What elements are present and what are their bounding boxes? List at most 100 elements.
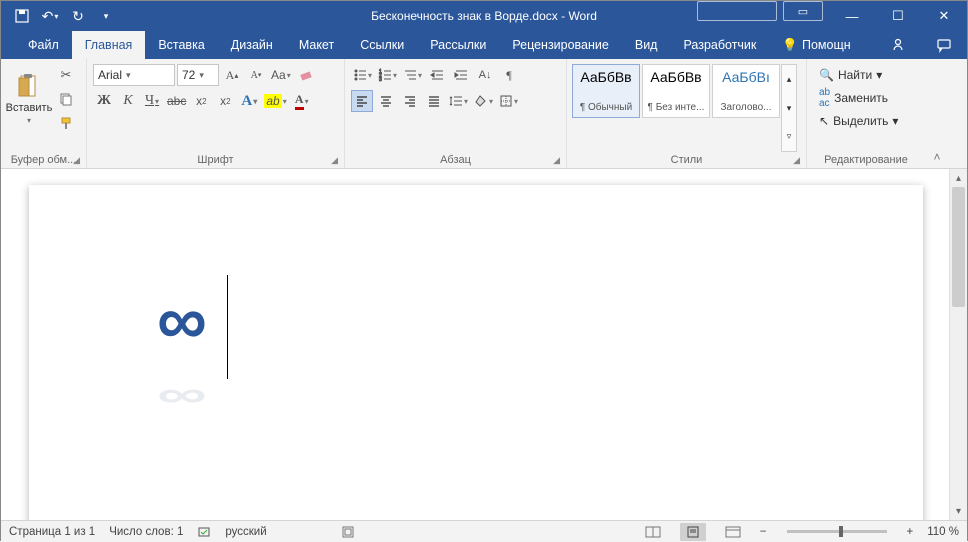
line-spacing-icon[interactable]: ▾	[447, 90, 470, 112]
collapse-ribbon-icon[interactable]: ˄	[925, 59, 949, 168]
document-viewport[interactable]: ∞ ∞	[1, 169, 949, 520]
tab-references[interactable]: Ссылки	[347, 31, 417, 59]
paragraph-launcher-icon[interactable]: ◢	[553, 155, 560, 166]
font-size-combo[interactable]: 72▾	[177, 64, 219, 86]
font-launcher-icon[interactable]: ◢	[331, 155, 338, 166]
superscript-button[interactable]: x2	[214, 90, 236, 112]
paste-label: Вставить	[6, 102, 53, 114]
bullets-icon[interactable]: ▾	[351, 64, 374, 86]
style-card[interactable]: АаБбВв¶ Без инте...	[642, 64, 710, 118]
group-editing: 🔍Найти▾ abacЗаменить ↖Выделить▾ Редактир…	[807, 59, 925, 168]
shading-icon[interactable]: ▾	[472, 90, 495, 112]
zoom-handle[interactable]	[839, 526, 843, 537]
maximize-icon[interactable]: ☐	[875, 1, 921, 31]
quick-access-toolbar: ↶▾ ↻ ▾	[1, 3, 119, 29]
redo-icon[interactable]: ↻	[65, 3, 91, 29]
replace-button[interactable]: abacЗаменить	[815, 87, 892, 109]
font-group-label: Шрифт	[197, 154, 233, 166]
ribbon-display-icon[interactable]: ▭	[783, 1, 823, 21]
style-card[interactable]: АаБбВıЗаголово...	[712, 64, 780, 118]
styles-down-icon[interactable]: ▾	[782, 94, 796, 123]
zoom-in-button[interactable]: +	[907, 526, 914, 538]
strikethrough-button[interactable]: abc	[165, 90, 188, 112]
language-status[interactable]: русский	[225, 526, 266, 538]
paste-button[interactable]: Вставить ▾	[5, 62, 53, 134]
tab-developer[interactable]: Разработчик	[670, 31, 769, 59]
font-color-icon[interactable]: A▾	[291, 90, 313, 112]
numbering-icon[interactable]: 123▾	[376, 64, 399, 86]
zoom-level[interactable]: 110 %	[927, 526, 959, 538]
tab-mailings[interactable]: Рассылки	[417, 31, 499, 59]
zoom-slider[interactable]	[787, 530, 887, 533]
print-layout-icon[interactable]	[680, 523, 706, 541]
style-card[interactable]: АаБбВв¶ Обычный	[572, 64, 640, 118]
tab-review[interactable]: Рецензирование	[499, 31, 622, 59]
style-preview: АаБбВв	[580, 69, 631, 85]
scroll-up-icon[interactable]: ▴	[950, 169, 967, 187]
tab-insert[interactable]: Вставка	[145, 31, 217, 59]
font-name-combo[interactable]: Arial▾	[93, 64, 175, 86]
show-paragraph-marks-icon[interactable]: ¶	[498, 64, 520, 86]
undo-icon[interactable]: ↶▾	[37, 3, 63, 29]
decrease-indent-icon[interactable]	[426, 64, 448, 86]
multilevel-list-icon[interactable]: ▾	[401, 64, 424, 86]
tab-file[interactable]: Файл	[15, 31, 72, 59]
align-center-button[interactable]	[375, 90, 397, 112]
borders-icon[interactable]: ▾	[497, 90, 520, 112]
tab-view[interactable]: Вид	[622, 31, 671, 59]
qat-customize-icon[interactable]: ▾	[93, 3, 119, 29]
italic-button[interactable]: К	[117, 90, 139, 112]
align-right-button[interactable]	[399, 90, 421, 112]
subscript-button[interactable]: x2	[190, 90, 212, 112]
replace-label: Заменить	[834, 91, 888, 105]
tab-home[interactable]: Главная	[72, 31, 146, 59]
scroll-thumb[interactable]	[952, 187, 965, 307]
align-justify-button[interactable]	[423, 90, 445, 112]
format-painter-icon[interactable]	[55, 112, 77, 134]
share-icon[interactable]	[875, 31, 921, 59]
status-bar: Страница 1 из 1 Число слов: 1 русский − …	[1, 520, 967, 542]
increase-indent-icon[interactable]	[450, 64, 472, 86]
highlight-icon[interactable]: ab▾	[262, 90, 288, 112]
scroll-down-icon[interactable]: ▾	[950, 502, 967, 520]
select-label: Выделить	[833, 114, 888, 128]
group-styles: АаБбВв¶ ОбычныйАаБбВв¶ Без инте...АаБбВı…	[567, 59, 807, 168]
clear-formatting-icon[interactable]	[295, 64, 317, 86]
styles-more-icon[interactable]: ▿	[782, 122, 796, 151]
select-button[interactable]: ↖Выделить▾	[815, 110, 902, 132]
clipboard-launcher-icon[interactable]: ◢	[73, 155, 80, 166]
copy-icon[interactable]	[55, 88, 77, 110]
web-layout-icon[interactable]	[720, 523, 746, 541]
styles-launcher-icon[interactable]: ◢	[793, 155, 800, 166]
style-name: ¶ Без инте...	[648, 102, 705, 113]
page-count[interactable]: Страница 1 из 1	[9, 526, 95, 538]
read-mode-icon[interactable]	[640, 523, 666, 541]
change-case-icon[interactable]: Aa▾	[269, 64, 293, 86]
underline-button[interactable]: Ч▾	[141, 90, 163, 112]
tab-tellme[interactable]: 💡Помощн	[769, 31, 863, 59]
align-left-button[interactable]	[351, 90, 373, 112]
zoom-out-button[interactable]: −	[760, 526, 767, 538]
text-effects-icon[interactable]: A▾	[238, 90, 260, 112]
save-icon[interactable]	[9, 3, 35, 29]
word-count[interactable]: Число слов: 1	[109, 526, 183, 538]
group-font: Arial▾ 72▾ A▴ A▾ Aa▾ Ж К Ч▾ abc x2 x2 A▾…	[87, 59, 345, 168]
bold-button[interactable]: Ж	[93, 90, 115, 112]
group-paragraph: ▾ 123▾ ▾ A↓ ¶ ▾ ▾ ▾ Абзац◢	[345, 59, 567, 168]
macro-icon[interactable]	[341, 525, 355, 539]
minimize-icon[interactable]: —	[829, 1, 875, 31]
tab-design[interactable]: Дизайн	[218, 31, 286, 59]
shrink-font-icon[interactable]: A▾	[245, 64, 267, 86]
spellcheck-icon[interactable]	[197, 525, 211, 539]
account-placeholder[interactable]	[697, 1, 777, 21]
grow-font-icon[interactable]: A▴	[221, 64, 243, 86]
comments-icon[interactable]	[921, 31, 967, 59]
close-icon[interactable]: ✕	[921, 1, 967, 31]
find-button[interactable]: 🔍Найти▾	[815, 64, 886, 86]
tab-layout[interactable]: Макет	[286, 31, 347, 59]
vertical-scrollbar[interactable]: ▴ ▾	[949, 169, 967, 520]
sort-icon[interactable]: A↓	[474, 64, 496, 86]
cut-icon[interactable]: ✂	[55, 64, 77, 86]
page[interactable]: ∞ ∞	[29, 185, 923, 520]
styles-up-icon[interactable]: ▴	[782, 65, 796, 94]
